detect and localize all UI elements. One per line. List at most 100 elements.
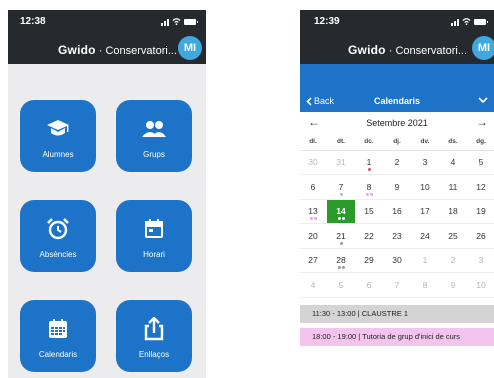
event-dot (341, 266, 345, 269)
day-number: 14 (336, 206, 346, 216)
page-title: Calendaris (373, 96, 421, 106)
calendar-day[interactable]: 2 (439, 249, 467, 273)
wifi-icon (462, 18, 471, 26)
day-number: 29 (364, 255, 374, 265)
calendar-day[interactable]: 10 (467, 274, 494, 298)
day-number: 15 (364, 206, 374, 216)
calendar-day[interactable]: 3 (411, 151, 439, 175)
day-number: 4 (450, 157, 456, 167)
calendar-day[interactable]: 24 (411, 225, 439, 249)
avatar[interactable]: MI (178, 36, 202, 60)
day-number: 1 (422, 255, 428, 265)
event-dot (339, 241, 343, 245)
day-number: 6 (310, 181, 316, 192)
calendar-day[interactable]: 6 (300, 176, 327, 200)
calendar-day[interactable]: 26 (467, 225, 494, 249)
tile-absencies[interactable]: Absències (20, 200, 96, 272)
calendar-day[interactable]: 1 (355, 151, 383, 175)
school-name: Conservatori... (105, 45, 177, 57)
event-item[interactable]: 18:00 - 19:00 | Tutoria de grup d'inici … (300, 328, 494, 346)
calendar-day[interactable]: 21 (327, 225, 355, 249)
calendar-day[interactable]: 4 (439, 151, 467, 175)
calendar-day[interactable]: 6 (355, 274, 383, 298)
calendar-day[interactable]: 18 (439, 200, 467, 224)
calendar-day[interactable]: 29 (355, 249, 383, 273)
calendar-day[interactable]: 12 (467, 176, 494, 200)
day-number: 9 (450, 279, 456, 290)
calendar-day[interactable]: 22 (355, 225, 383, 249)
calendar-day[interactable]: 30 (383, 249, 411, 273)
status-time: 12:39 (314, 16, 340, 27)
home-screen: 12:38 Gwido · Conservatori... MI Alumnes… (8, 10, 206, 378)
calendar-day[interactable]: 19 (467, 200, 494, 224)
battery-icon (184, 18, 198, 25)
chevron-down-icon[interactable] (478, 96, 488, 104)
month-label: Setembre 2021 (366, 118, 428, 128)
event-dot (369, 192, 373, 196)
calendar-day[interactable]: 25 (439, 225, 467, 249)
calendar-day[interactable]: 5 (327, 274, 355, 298)
calendar-day[interactable]: 30 (300, 151, 327, 175)
event-dots (327, 217, 355, 220)
weekday-label: dj. (393, 138, 401, 145)
day-number: 5 (478, 157, 484, 167)
calendar-screen: 12:39 Gwido · Conservatori... MI Back Ca… (300, 10, 494, 378)
month-selector: ← Setembre 2021 → (300, 114, 494, 132)
tile-enllacos[interactable]: Enllaços (116, 300, 192, 372)
day-number: 30 (392, 255, 402, 265)
tile-grups[interactable]: Grups (116, 100, 192, 172)
calendar-day[interactable]: 10 (411, 176, 439, 200)
day-number: 30 (308, 157, 318, 167)
event-dots (300, 217, 327, 220)
school-name: Conservatori... (395, 45, 467, 57)
avatar[interactable]: MI (472, 36, 494, 60)
tile-alumnes[interactable]: Alumnes (20, 100, 96, 172)
calendar-day[interactable]: 7 (327, 176, 355, 200)
day-number: 3 (422, 157, 428, 167)
day-number: 7 (394, 279, 400, 290)
day-number: 21 (336, 230, 346, 241)
calendar-day[interactable]: 7 (383, 274, 411, 298)
calendar-day[interactable]: 1 (411, 249, 439, 273)
calendar-day[interactable]: 2 (383, 151, 411, 175)
wifi-icon (172, 18, 181, 26)
tile-horari[interactable]: Horari (116, 200, 192, 272)
calendar-day[interactable]: 15 (355, 200, 383, 224)
calendar-day[interactable]: 9 (439, 274, 467, 298)
day-number: 24 (420, 230, 430, 241)
calendar-day[interactable]: 4 (300, 274, 327, 298)
day-number: 22 (364, 230, 374, 241)
calendar-day[interactable]: 8 (411, 274, 439, 298)
calendar-day[interactable]: 16 (383, 200, 411, 224)
day-number: 26 (476, 230, 486, 241)
calendar-day[interactable]: 9 (383, 176, 411, 200)
calendar-day[interactable]: 3 (467, 249, 494, 273)
calendar-day-today[interactable]: 14 (327, 200, 355, 224)
event-item[interactable]: 11:30 - 13:00 | CLAUSTRE 1 (300, 305, 494, 323)
tile-label: Absències (39, 250, 77, 259)
day-number: 2 (394, 157, 400, 167)
calendar-day[interactable]: 5 (467, 151, 494, 175)
calendar-day[interactable]: 23 (383, 225, 411, 249)
calendar-day[interactable]: 13 (300, 200, 327, 224)
status-bar: 12:39 (300, 10, 494, 34)
next-month-arrow-icon[interactable]: → (476, 115, 488, 129)
day-number: 23 (392, 230, 402, 241)
day-number: 11 (448, 181, 458, 192)
event-dot (313, 217, 317, 220)
day-number: 12 (476, 181, 486, 192)
weekday-label: ds. (448, 138, 458, 145)
calendar-day[interactable]: 8 (355, 176, 383, 200)
brand-name: Gwido (58, 43, 96, 57)
calendar-day[interactable]: 27 (300, 249, 327, 273)
alarm-clock-icon (45, 216, 71, 242)
calendar-day[interactable]: 28 (327, 249, 355, 273)
calendar-day[interactable]: 31 (327, 151, 355, 175)
status-icons (451, 17, 488, 26)
app-header: Gwido · Conservatori... MI (8, 34, 206, 64)
calendar-day[interactable]: 20 (300, 225, 327, 249)
tile-calendaris[interactable]: Calendaris (20, 300, 96, 372)
calendar-day[interactable]: 17 (411, 200, 439, 224)
day-number: 13 (308, 206, 318, 216)
calendar-day[interactable]: 11 (439, 176, 467, 200)
